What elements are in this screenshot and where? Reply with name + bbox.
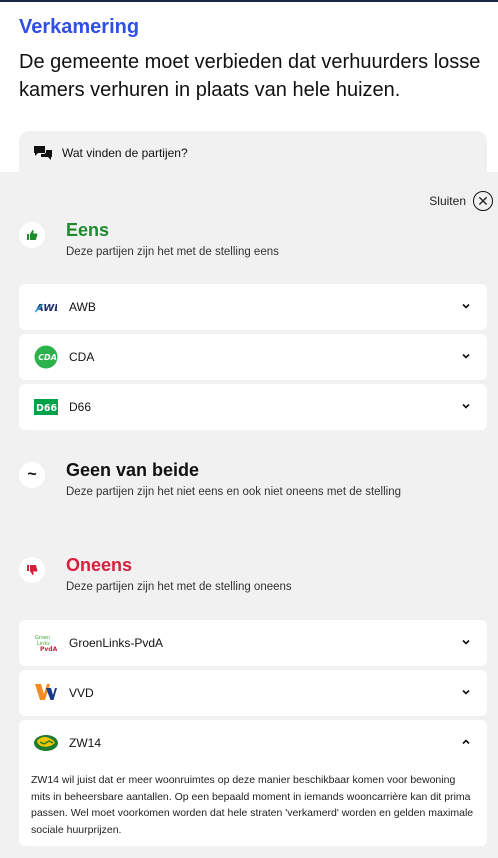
party-card-cda[interactable]: CDA CDA xyxy=(19,334,487,380)
close-button[interactable]: Sluiten ✕ xyxy=(429,191,493,211)
party-card-zw14-expanded: ZW14 ZW14 wil juist dat er meer woonruim… xyxy=(19,720,487,846)
d66-logo: D66 xyxy=(33,396,59,418)
svg-text:CDA: CDA xyxy=(38,353,57,362)
chevron-down-icon xyxy=(462,303,470,309)
vvd-logo xyxy=(33,682,59,704)
thumbs-up-icon xyxy=(19,222,45,248)
party-card-groenlinks-pvda[interactable]: Groen Links PvdA GroenLinks-PvdA xyxy=(19,620,487,666)
chevron-down-icon xyxy=(462,689,470,695)
party-name: GroenLinks-PvdA xyxy=(69,636,164,650)
group-eens-title: Eens xyxy=(66,220,110,240)
group-oneens-title: Oneens xyxy=(66,555,133,575)
awb-logo: AWB xyxy=(33,296,59,318)
chevron-down-icon xyxy=(462,353,470,359)
cda-logo: CDA xyxy=(33,345,59,369)
statement-text: De gemeente moet verbieden dat verhuurde… xyxy=(19,51,481,101)
groenlinks-pvda-logo: Groen Links PvdA xyxy=(33,632,59,654)
parties-tab[interactable]: Wat vinden de partijen? xyxy=(19,131,487,175)
chat-bubbles-icon xyxy=(33,145,53,161)
party-card-zw14[interactable]: ZW14 xyxy=(19,720,487,766)
chevron-down-icon xyxy=(462,639,470,645)
thumbs-down-icon xyxy=(19,557,45,583)
group-geen-subtitle: Deze partijen zijn het niet eens en ook … xyxy=(66,486,401,498)
chevron-down-icon xyxy=(462,403,470,409)
svg-text:D66: D66 xyxy=(36,403,57,414)
party-card-vvd[interactable]: VVD xyxy=(19,670,487,716)
group-oneens-subtitle: Deze partijen zijn het met de stelling o… xyxy=(66,581,292,593)
close-label: Sluiten xyxy=(429,194,466,208)
zw14-logo xyxy=(33,732,59,754)
party-explanation: ZW14 wil juist dat er meer woonruimtes o… xyxy=(31,774,474,836)
parties-tab-label: Wat vinden de partijen? xyxy=(62,146,188,160)
party-name: CDA xyxy=(69,350,95,364)
party-name: ZW14 xyxy=(69,736,102,750)
svg-text:PvdA: PvdA xyxy=(40,646,58,653)
group-geen-title: Geen van beide xyxy=(66,460,200,480)
close-circle-icon: ✕ xyxy=(473,191,493,211)
chevron-up-icon xyxy=(462,739,470,745)
top-border xyxy=(0,0,498,2)
party-card-awb[interactable]: AWB AWB xyxy=(19,284,487,330)
party-card-d66[interactable]: D66 D66 xyxy=(19,384,487,430)
party-name: AWB xyxy=(69,300,96,314)
topic-title: Verkamering xyxy=(19,16,140,38)
party-name: VVD xyxy=(69,686,94,700)
group-eens-subtitle: Deze partijen zijn het met de stelling e… xyxy=(66,246,279,258)
party-name: D66 xyxy=(69,400,92,414)
tilde-icon: ~ xyxy=(19,462,45,488)
